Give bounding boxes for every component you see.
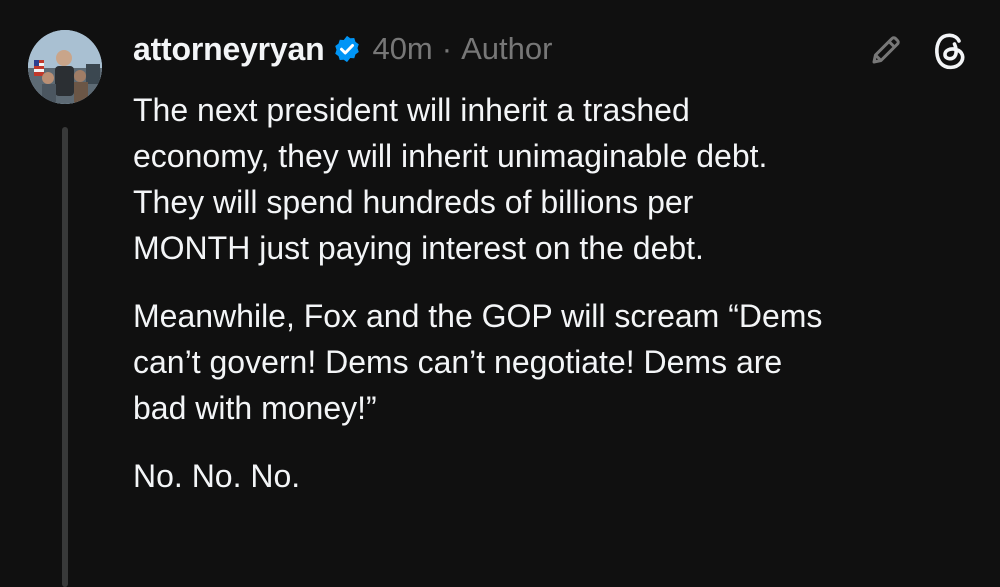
- author-label: Author: [461, 31, 553, 66]
- thread-line: [62, 127, 68, 587]
- post-paragraph-1: The next president will inherit a trashe…: [133, 92, 768, 266]
- post-paragraph-3: No. No. No.: [133, 458, 301, 494]
- avatar-photo: [28, 30, 102, 104]
- post-body: The next president will inherit a trashe…: [133, 87, 983, 521]
- pencil-icon[interactable]: [866, 30, 906, 70]
- post-avatar[interactable]: [28, 30, 102, 104]
- username-link[interactable]: attorneyryan: [133, 31, 325, 68]
- verified-badge-icon: [332, 34, 362, 64]
- post-timestamp[interactable]: 40m: [372, 31, 432, 66]
- post-header: attorneyryan 40m · Author: [133, 28, 552, 70]
- post-meta: 40m · Author: [372, 31, 552, 67]
- threads-logo-icon[interactable]: [930, 28, 970, 72]
- post-actions: [866, 28, 970, 72]
- post-paragraph-2: Meanwhile, Fox and the GOP will scream “…: [133, 298, 823, 426]
- meta-separator: ·: [441, 31, 453, 66]
